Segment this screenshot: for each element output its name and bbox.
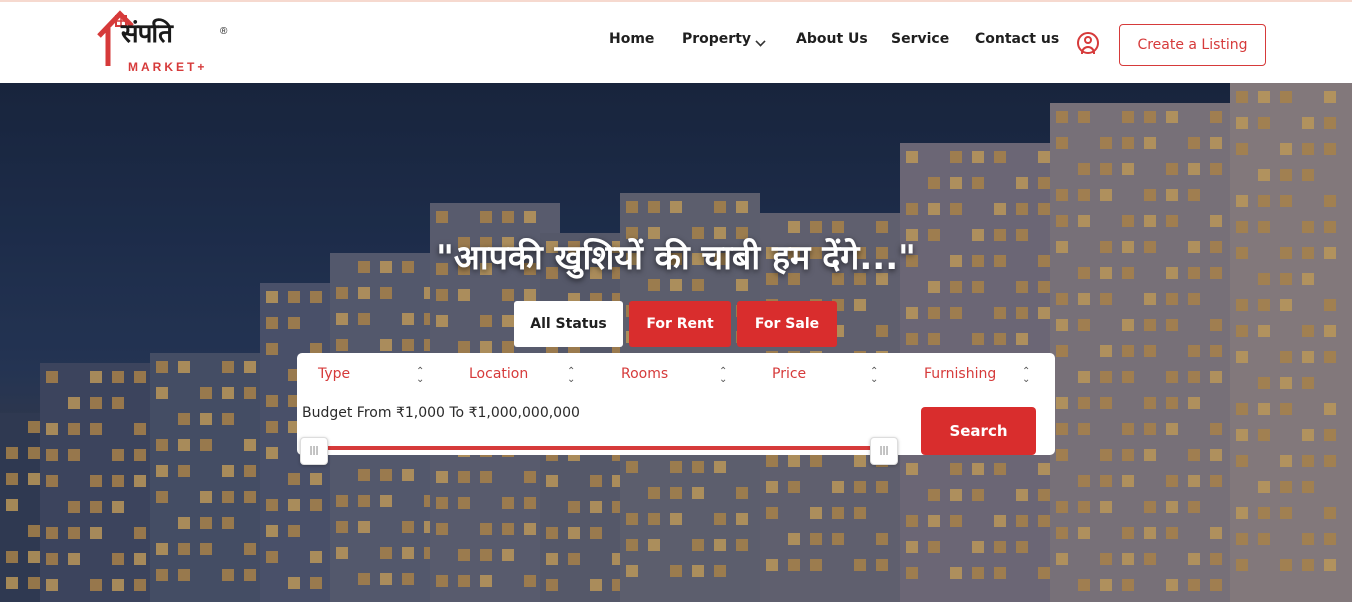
logo-subtitle: MARKET+: [128, 60, 208, 74]
tab-for-sale[interactable]: For Sale: [737, 301, 837, 347]
site-header: संपति ® MARKET+ Home Property About Us S…: [0, 2, 1352, 83]
chevron-down-icon[interactable]: [755, 36, 766, 47]
nav-property[interactable]: Property: [682, 31, 751, 47]
budget-slider-fill: [313, 446, 885, 450]
select-arrows-icon: ⌃ ⌄: [567, 366, 576, 385]
rooms-select[interactable]: Rooms ⌃ ⌄: [621, 366, 741, 388]
select-arrows-icon: ⌃ ⌄: [1022, 366, 1031, 385]
user-body-shape: [1081, 46, 1095, 54]
nav-contact-us[interactable]: Contact us: [975, 31, 1059, 47]
status-tabs: All Status For Rent For Sale: [0, 301, 1352, 347]
property-search-panel: Type ⌃ ⌄ Location ⌃ ⌄ Rooms ⌃ ⌄ Price ⌃ ⌄ Fu…: [297, 353, 1055, 465]
furnishing-select-label: Furnishing: [924, 366, 997, 382]
location-select[interactable]: Location ⌃ ⌄: [469, 366, 589, 388]
budget-max-handle[interactable]: |||: [870, 437, 898, 465]
location-select-label: Location: [469, 366, 529, 382]
budget-min-handle[interactable]: |||: [300, 437, 328, 465]
budget-range-label: Budget From ₹1,000 To ₹1,000,000,000: [302, 405, 580, 421]
search-button[interactable]: Search: [921, 407, 1036, 455]
price-select-label: Price: [772, 366, 807, 382]
tab-all-status[interactable]: All Status: [514, 301, 623, 347]
user-account-icon[interactable]: [1077, 32, 1099, 54]
select-arrows-icon: ⌃ ⌄: [719, 366, 728, 385]
rooms-select-label: Rooms: [621, 366, 669, 382]
hero-banner: "आपकी खुशियों की चाबी हम देंगे..." All S…: [0, 83, 1352, 602]
tab-for-rent[interactable]: For Rent: [629, 301, 731, 347]
type-select[interactable]: Type ⌃ ⌄: [318, 366, 438, 388]
price-select[interactable]: Price ⌃ ⌄: [772, 366, 892, 388]
user-head-shape: [1084, 36, 1092, 44]
nav-about-us[interactable]: About Us: [796, 31, 868, 47]
hero-headline: "आपकी खुशियों की चाबी हम देंगे...": [436, 238, 916, 278]
select-arrows-icon: ⌃ ⌄: [870, 366, 879, 385]
nav-service[interactable]: Service: [891, 31, 949, 47]
select-arrows-icon: ⌃ ⌄: [416, 366, 425, 385]
type-select-label: Type: [318, 366, 351, 382]
create-listing-button[interactable]: Create a Listing: [1119, 24, 1266, 66]
furnishing-select[interactable]: Furnishing ⌃ ⌄: [924, 366, 1044, 388]
nav-home[interactable]: Home: [609, 31, 654, 47]
